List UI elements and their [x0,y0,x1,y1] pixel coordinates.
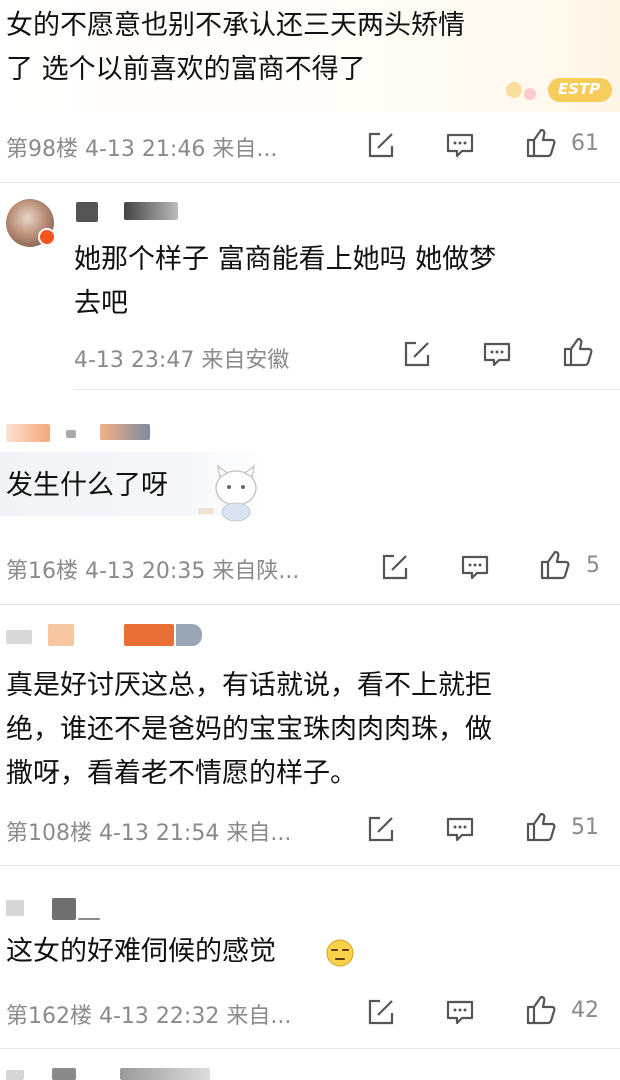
location: 来自安徽 [201,348,290,373]
location: 来自... [226,1004,292,1029]
estp-badge-sticker: ESTP [500,66,615,108]
username-redacted [6,424,50,442]
username-redacted [78,918,100,920]
thumbs-up-icon[interactable] [524,810,558,844]
username-redacted [6,1070,24,1080]
comment-text-line: 去吧 [74,288,128,319]
verified-badge [38,228,56,246]
username-redacted [176,624,202,646]
share-edit-icon[interactable] [400,337,434,371]
divider [74,389,620,390]
username-redacted [76,202,98,222]
share-edit-icon[interactable] [364,812,398,846]
comment-icon[interactable] [443,812,477,846]
timestamp: 4-13 23:47 [74,348,195,373]
floor-number: 第16楼 [6,559,78,584]
username-redacted [100,424,150,440]
username-redacted [66,430,76,438]
like-count: 5 [586,553,600,578]
share-edit-icon[interactable] [364,995,398,1029]
comment-icon[interactable] [443,995,477,1029]
timestamp: 4-13 22:32 [99,1004,220,1029]
comment-text-line: 撒呀，看着老不情愿的样子。 [6,758,357,789]
comment-icon[interactable] [443,128,477,162]
comment-icon[interactable] [480,337,514,371]
comment-meta: 第108楼 4-13 21:54 来自... [6,815,291,847]
thumbs-up-icon[interactable] [524,993,558,1027]
username-redacted [120,1068,210,1080]
location: 来自... [226,821,292,846]
thumbs-up-icon[interactable] [538,548,572,582]
timestamp: 4-13 21:54 [99,821,220,846]
floor-number: 第98楼 [6,137,78,162]
like-count: 42 [571,998,599,1023]
like-count: 51 [571,815,599,840]
squint-face-emoji [325,938,355,968]
floor-number: 第162楼 [6,1004,92,1029]
timestamp: 4-13 21:46 [85,137,206,162]
username-redacted [52,1068,76,1080]
divider [0,182,620,183]
badge-label: ESTP [558,80,601,98]
username-redacted [48,624,74,646]
username-redacted [124,624,174,646]
thumbs-up-icon[interactable] [561,335,595,369]
divider [0,604,620,605]
cat-sticker [196,462,272,526]
comment-text-line: 了 选个以前喜欢的富商不得了 [6,54,366,85]
comment-text-line: 这女的好难伺候的感觉 [6,936,276,967]
username-redacted [124,202,178,220]
share-edit-icon[interactable] [364,128,398,162]
like-count: 61 [571,131,599,156]
comment-icon[interactable] [458,550,492,584]
divider [0,865,620,866]
location: 来自陕... [212,559,300,584]
comment-meta: 4-13 23:47 来自安徽 [74,342,289,374]
comment-meta: 第98楼 4-13 21:46 来自... [6,131,277,163]
comment-meta: 第162楼 4-13 22:32 来自... [6,998,291,1030]
comment-text-line: 发生什么了呀 [6,470,168,501]
thumbs-up-icon[interactable] [524,126,558,160]
username-redacted [6,900,24,916]
location: 来自... [212,137,278,162]
floor-number: 第108楼 [6,821,92,846]
timestamp: 4-13 20:35 [85,559,206,584]
comment-text-line: 她那个样子 富商能看上她吗 她做梦 [74,244,497,275]
divider [0,1048,620,1049]
username-redacted [6,630,32,644]
comment-meta: 第16楼 4-13 20:35 来自陕... [6,553,299,585]
username-redacted [52,898,76,920]
share-edit-icon[interactable] [378,550,412,584]
